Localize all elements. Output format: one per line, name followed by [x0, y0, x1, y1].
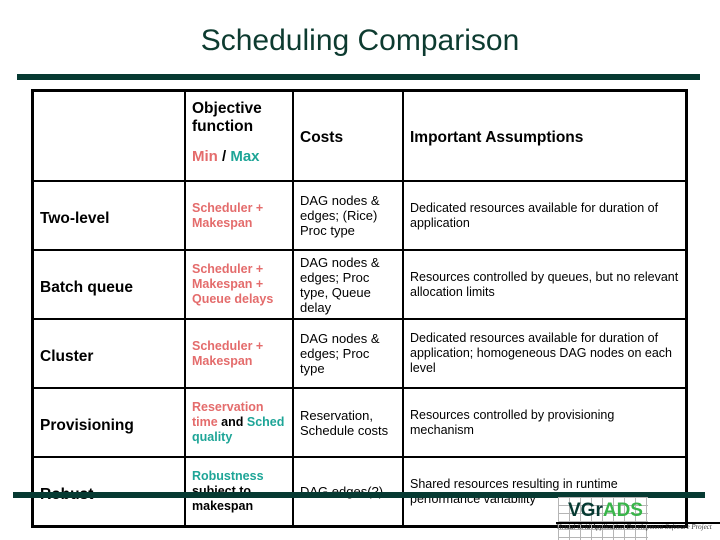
costs-cell: Reservation, Schedule costs	[292, 387, 404, 458]
objective-segment-plain: and	[217, 415, 247, 429]
min-label: Min	[192, 148, 218, 165]
costs-cell: DAG nodes & edges; Proc type	[292, 318, 404, 389]
assumptions-cell: Dedicated resources available for durati…	[402, 180, 688, 251]
comparison-table: Objective function Min / Max Costs Impor…	[31, 89, 688, 528]
objective-cell: Reservation time and Sched quality	[184, 387, 294, 458]
min-max-separator: /	[217, 148, 231, 165]
objective-cell: Scheduler + Makespan + Queue delays	[184, 249, 294, 320]
header-divider-bar	[17, 74, 700, 80]
vgrads-logo: VGrADS Virtual Grid Application Developm…	[556, 497, 720, 540]
table-row: Two-level Scheduler + Makespan DAG nodes &…	[31, 180, 688, 251]
costs-cell: DAG nodes & edges; Proc type, Queue dela…	[292, 249, 404, 320]
row-label: Two-level	[31, 180, 186, 251]
row-label: Batch queue	[31, 249, 186, 320]
logo-subtitle: Virtual Grid Application Development Sof…	[556, 523, 712, 531]
logo-wordmark-dark: VGr	[568, 500, 603, 521]
objective-cell: Scheduler + Makespan	[184, 180, 294, 251]
slide-title: Scheduling Comparison	[200, 24, 520, 57]
assumptions-cell: Resources controlled by queues, but no r…	[402, 249, 688, 320]
header-empty-cell	[31, 89, 186, 182]
costs-cell: DAG nodes & edges; (Rice) Proc type	[292, 180, 404, 251]
row-label: Provisioning	[31, 387, 186, 458]
table-row: Batch queue Scheduler + Makespan + Queue …	[31, 249, 688, 320]
objective-segment-max: Robustness	[192, 469, 264, 483]
table-row: Cluster Scheduler + Makespan DAG nodes & e…	[31, 318, 688, 389]
header-assumptions-cell: Important Assumptions	[402, 89, 688, 182]
header-objective-label: Objective function	[192, 100, 262, 135]
table-body: Two-level Scheduler + Makespan DAG nodes &…	[31, 180, 688, 528]
max-label: Max	[230, 148, 260, 165]
objective-cell: Scheduler + Makespan	[184, 318, 294, 389]
min-max-legend: Min / Max	[192, 149, 286, 164]
objective-segment-min: Scheduler + Makespan	[192, 200, 264, 230]
table-row: Provisioning Reservation time and Sched q…	[31, 387, 688, 458]
header-objective-cell: Objective function Min / Max	[184, 89, 294, 182]
assumptions-cell: Dedicated resources available for durati…	[402, 318, 688, 389]
row-label: Cluster	[31, 318, 186, 389]
objective-segment-plain: subject to makespan	[192, 484, 254, 513]
objective-segment-min: Scheduler + Makespan + Queue delays	[192, 262, 274, 306]
logo-wordmark: VGrADS	[568, 500, 643, 522]
logo-wordmark-light: ADS	[602, 500, 643, 521]
header-costs-cell: Costs	[292, 89, 404, 182]
objective-segment-min: Scheduler + Makespan	[192, 338, 264, 368]
assumptions-cell: Resources controlled by provisioning mec…	[402, 387, 688, 458]
table-header-row: Objective function Min / Max Costs Impor…	[31, 89, 688, 182]
